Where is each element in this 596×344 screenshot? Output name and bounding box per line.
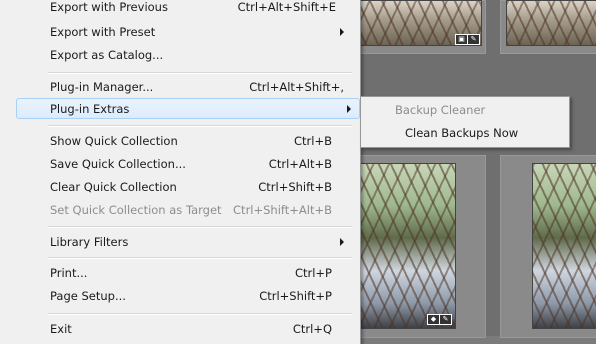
menu-item-label: Set Quick Collection as Target (50, 202, 222, 217)
submenu-arrow-icon (340, 238, 344, 246)
menu-item-clear-quick-collection[interactable]: Clear Quick Collection Ctrl+Shift+B (16, 176, 354, 197)
menu-item-shortcut: Ctrl+Alt+B (268, 156, 332, 171)
menu-item-export-as-catalog[interactable]: Export as Catalog... (16, 44, 354, 65)
menu-item-label: Exit (50, 321, 72, 336)
menu-item-shortcut: Ctrl+Q (292, 321, 332, 336)
menu-separator (48, 257, 352, 259)
menu-item-label: Print... (50, 265, 88, 280)
menu-item-label: Library Filters (50, 234, 129, 249)
submenu-item-label: Backup Cleaner (395, 102, 486, 117)
menu-item-shortcut: Ctrl+Alt+Shift+, (249, 79, 344, 94)
menu-item-label: Plug-in Manager... (50, 79, 154, 94)
menu-item-set-quick-collection-target: Set Quick Collection as Target Ctrl+Shif… (16, 199, 354, 220)
submenu-item-clean-backups-now[interactable]: Clean Backups Now (363, 122, 567, 143)
menu-item-label: Show Quick Collection (50, 133, 178, 148)
menu-item-page-setup[interactable]: Page Setup... Ctrl+Shift+P (16, 285, 354, 306)
photo-thumbnail[interactable] (506, 0, 596, 46)
submenu-item-backup-cleaner: Backup Cleaner (363, 99, 567, 120)
photo-thumbnail[interactable] (532, 163, 596, 329)
menu-item-label: Page Setup... (50, 288, 126, 303)
menu-item-label: Export with Preset (50, 24, 156, 39)
menu-item-plugin-extras[interactable]: Plug-in Extras (16, 98, 360, 119)
menu-item-label: Clear Quick Collection (50, 179, 177, 194)
menu-item-shortcut: Ctrl+Shift+P (259, 288, 332, 303)
badge-icon: ✎ (467, 34, 480, 45)
menu-item-label: Export with Previous (50, 0, 168, 14)
photo-thumbnail[interactable]: ◆ ✎ (356, 163, 456, 329)
menu-separator (48, 226, 352, 228)
submenu-item-label: Clean Backups Now (405, 125, 519, 140)
menu-item-shortcut: Ctrl+B (294, 133, 332, 148)
menu-item-label: Save Quick Collection... (50, 156, 186, 171)
menu-item-show-quick-collection[interactable]: Show Quick Collection Ctrl+B (16, 130, 354, 151)
submenu-arrow-icon (340, 28, 344, 36)
menu-item-plugin-manager[interactable]: Plug-in Manager... Ctrl+Alt+Shift+, (16, 76, 354, 97)
badge-icon: ✎ (439, 314, 452, 325)
menu-separator (48, 313, 352, 315)
menu-item-library-filters[interactable]: Library Filters (16, 231, 354, 252)
submenu-arrow-icon (347, 105, 351, 113)
menu-separator (48, 72, 352, 74)
menu-item-shortcut: Ctrl+Alt+Shift+E (237, 0, 336, 14)
menu-item-shortcut: Ctrl+P (294, 265, 332, 280)
menu-item-shortcut: Ctrl+Shift+B (258, 179, 332, 194)
menu-item-label: Plug-in Extras (50, 101, 130, 116)
photo-thumbnail[interactable]: ▣ ✎ (352, 0, 482, 46)
menu-item-export-with-preset[interactable]: Export with Preset (16, 21, 354, 42)
menu-separator (48, 125, 352, 127)
plugin-extras-submenu: Backup Cleaner Clean Backups Now (360, 96, 570, 148)
menu-item-shortcut: Ctrl+Shift+Alt+B (233, 202, 332, 217)
menu-item-export-with-previous[interactable]: Export with Previous Ctrl+Alt+Shift+E (16, 0, 354, 17)
menu-item-print[interactable]: Print... Ctrl+P (16, 262, 354, 283)
menu-item-save-quick-collection[interactable]: Save Quick Collection... Ctrl+Alt+B (16, 153, 354, 174)
menu-item-label: Export as Catalog... (50, 47, 164, 62)
file-menu: Export with Previous Ctrl+Alt+Shift+E Ex… (0, 0, 361, 344)
